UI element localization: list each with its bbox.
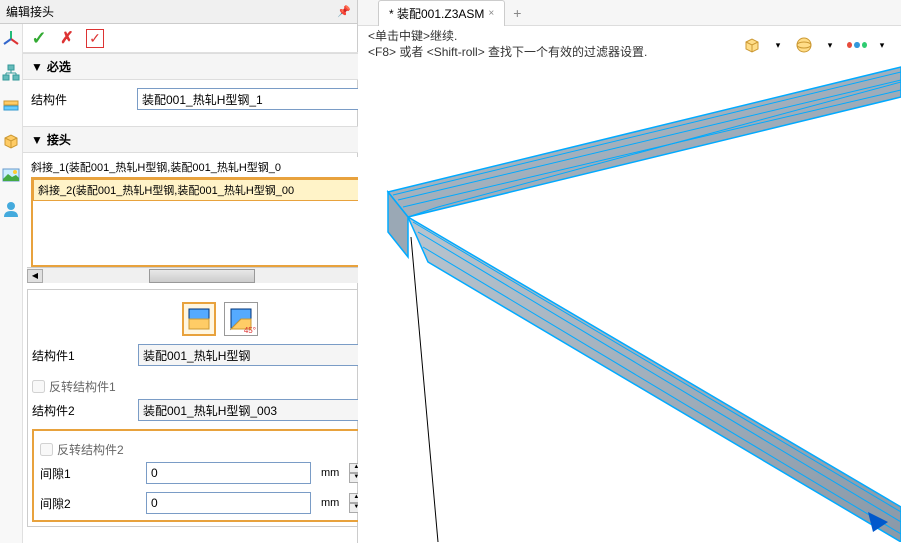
view-dropdown-icon[interactable]: ▾ bbox=[871, 34, 893, 56]
scroll-thumb[interactable] bbox=[149, 269, 255, 283]
view-dropdown-icon[interactable]: ▾ bbox=[819, 34, 841, 56]
scroll-left[interactable]: ◀ bbox=[27, 269, 43, 283]
view-toolbar: ▾ ▾ ▾ bbox=[741, 34, 893, 56]
struct-input[interactable] bbox=[137, 88, 383, 110]
angle-label: 45° bbox=[244, 326, 256, 335]
tab-close-icon[interactable]: × bbox=[488, 8, 494, 19]
apply-button[interactable]: ✓ bbox=[83, 28, 107, 48]
unit-label: mm bbox=[317, 467, 343, 479]
tab-add-button[interactable]: + bbox=[505, 3, 529, 23]
ok-button[interactable]: ✓ bbox=[27, 28, 51, 48]
collapse-icon: ▼ bbox=[31, 60, 43, 74]
left-panel: 编辑接头 📌 bbox=[0, 0, 358, 543]
tree-icon[interactable] bbox=[0, 62, 22, 84]
right-viewport-area: * 装配001.Z3ASM × + <单击中键>继续. <F8> 或者 <Shi… bbox=[358, 0, 901, 543]
view-dropdown-icon[interactable]: ▾ bbox=[767, 34, 789, 56]
view-sphere-icon[interactable] bbox=[793, 34, 815, 56]
joint-type-angle-icon[interactable]: 45° bbox=[224, 302, 258, 336]
section-joint-label: 接头 bbox=[47, 131, 71, 148]
struct-label: 结构件 bbox=[31, 91, 131, 108]
gap2-input[interactable] bbox=[146, 492, 311, 514]
panel-title-bar: 编辑接头 📌 bbox=[0, 0, 357, 24]
collapse-icon: ▼ bbox=[31, 133, 43, 147]
list-item[interactable]: 斜接_1(装配001_热轧H型钢,装配001_热轧H型钢_0 bbox=[27, 157, 413, 177]
list-item[interactable]: 斜接_2(装配001_热轧H型钢,装配001_热轧H型钢_00 bbox=[33, 179, 407, 201]
cancel-button[interactable]: ✗ bbox=[55, 28, 79, 48]
gap1-label: 间隙1 bbox=[40, 465, 140, 482]
reverse1-checkbox bbox=[32, 380, 45, 393]
reverse1-label: 反转结构件1 bbox=[49, 378, 116, 395]
gap2-label: 间隙2 bbox=[40, 495, 140, 512]
cube-icon[interactable] bbox=[0, 130, 22, 152]
struct1-label: 结构件1 bbox=[32, 347, 132, 364]
tab-bar: * 装配001.Z3ASM × + bbox=[358, 0, 901, 26]
view-cube-icon[interactable] bbox=[741, 34, 763, 56]
tab-label: * 装配001.Z3ASM bbox=[389, 5, 484, 22]
reverse2-checkbox bbox=[40, 443, 53, 456]
viewport-3d[interactable] bbox=[358, 62, 901, 543]
axis-icon[interactable] bbox=[0, 28, 22, 50]
pin-icon[interactable]: 📌 bbox=[337, 5, 351, 18]
h-scrollbar: ◀ ▶ bbox=[27, 267, 413, 283]
joint-list: 斜接_2(装配001_热轧H型钢,装配001_热轧H型钢_00 bbox=[31, 177, 409, 267]
image-icon[interactable] bbox=[0, 164, 22, 186]
scroll-track[interactable] bbox=[43, 269, 397, 283]
tab-active[interactable]: * 装配001.Z3ASM × bbox=[378, 0, 505, 26]
user-icon[interactable] bbox=[0, 198, 22, 220]
unit-label: mm bbox=[317, 497, 343, 509]
panel-title-text: 编辑接头 bbox=[6, 3, 54, 20]
joint-type-straight-icon[interactable] bbox=[182, 302, 216, 336]
reverse2-label: 反转结构件2 bbox=[57, 441, 124, 458]
left-icon-strip bbox=[0, 24, 23, 543]
view-palette-icon[interactable] bbox=[845, 34, 867, 56]
struct2-label: 结构件2 bbox=[32, 402, 132, 419]
layers-icon[interactable] bbox=[0, 96, 22, 118]
gap-highlight-box: 反转结构件2 间隙1 mm ▲ ▼ bbox=[32, 429, 408, 522]
gap1-input[interactable] bbox=[146, 462, 311, 484]
section-required-label: 必选 bbox=[47, 58, 71, 75]
